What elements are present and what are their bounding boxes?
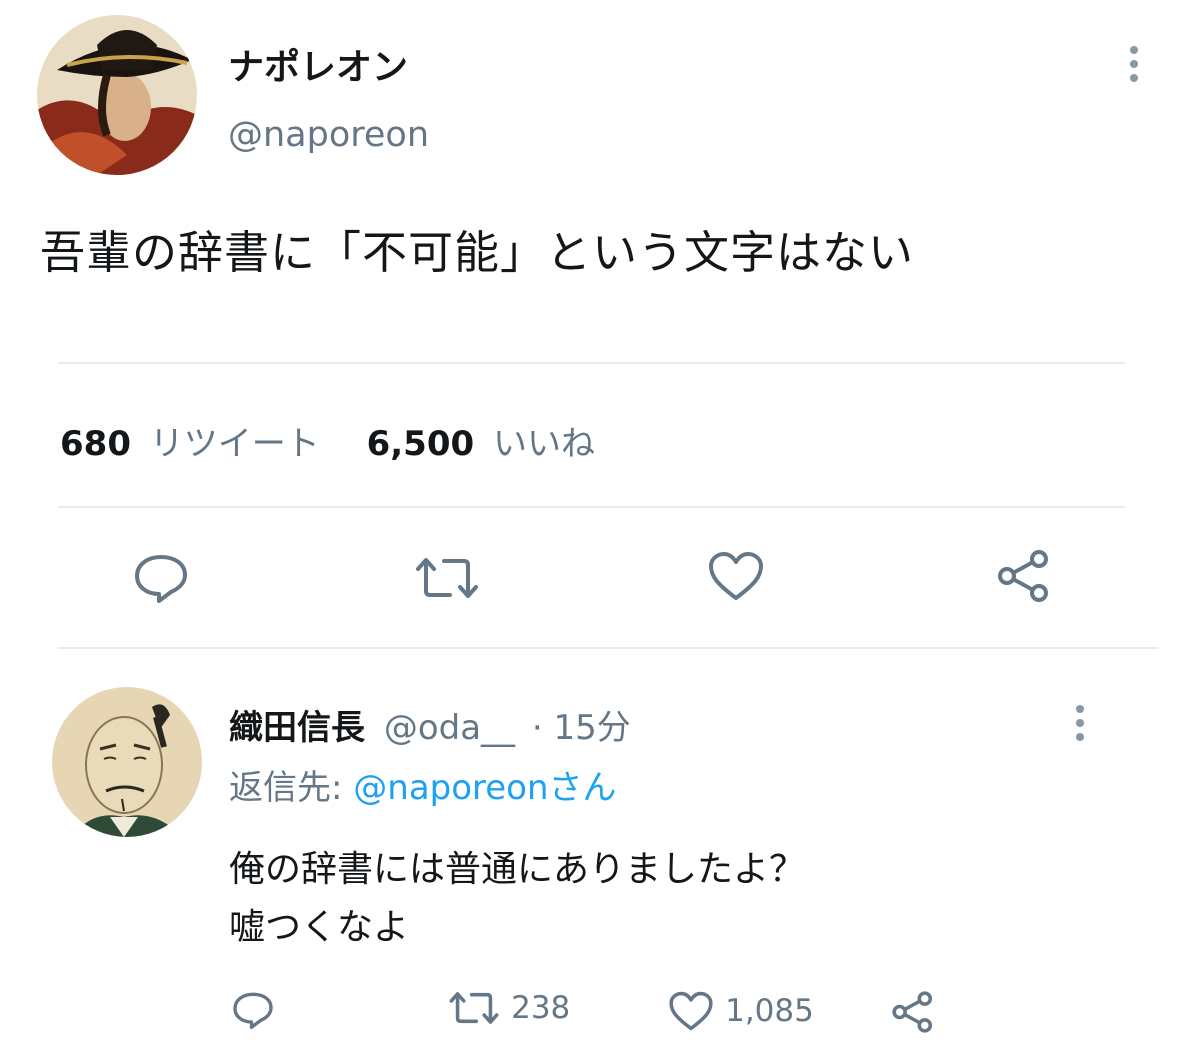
reply-to-suffix[interactable]: さん (549, 768, 617, 808)
reply-to-handle-link[interactable]: @naporeon (353, 768, 548, 808)
reply-like-count: 1,085 (725, 993, 814, 1029)
retweet-count[interactable]: 680 (60, 424, 131, 464)
reply-author-name[interactable]: 織田信長 (229, 708, 365, 748)
reply-retweet-count: 238 (511, 990, 571, 1026)
like-label[interactable]: いいね (493, 424, 595, 464)
reply-more-options-icon[interactable] (1076, 705, 1084, 747)
reply-retweet-button[interactable]: 238 (448, 990, 570, 1026)
reply-icon[interactable] (133, 552, 189, 604)
reply-text-line1: 俺の辞書には普通にありましたよ？ (229, 849, 806, 890)
like-count[interactable]: 6,500 (367, 424, 475, 464)
retweet-label[interactable]: リツイート (150, 424, 320, 464)
reply-like-button[interactable]: 1,085 (668, 990, 814, 1032)
share-icon[interactable] (995, 548, 1053, 604)
divider (58, 647, 1158, 649)
reply-author-handle[interactable]: @oda__ (384, 708, 515, 748)
tweet-stats: 680 リツイート 6,500 いいね (60, 416, 595, 465)
divider (58, 362, 1125, 364)
reply-to-prefix: 返信先: (229, 768, 354, 808)
reply-like-icon (668, 990, 714, 1032)
author-avatar[interactable] (37, 15, 197, 175)
reply-retweet-icon (448, 990, 500, 1026)
retweet-icon[interactable] (414, 555, 480, 601)
author-handle[interactable]: @naporeon (228, 115, 429, 155)
reply-text-line2: 嘘つくなよ (229, 907, 410, 948)
like-icon[interactable] (707, 550, 765, 602)
author-name[interactable]: ナポレオン (228, 38, 408, 90)
oda-portrait-image (52, 687, 202, 837)
reply-timestamp[interactable]: · 15分 (532, 708, 631, 748)
napoleon-portrait-image (37, 15, 197, 175)
divider (58, 506, 1125, 508)
reply-author-avatar[interactable] (52, 687, 202, 837)
reply-to-line: 返信先: @naporeonさん (229, 760, 617, 809)
tweet-text: 吾輩の辞書に「不可能」という文字はない (40, 226, 915, 279)
more-options-icon[interactable] (1130, 46, 1138, 88)
reply-header: 織田信長 @oda__ · 15分 (229, 700, 631, 749)
reply-reply-icon[interactable] (232, 990, 274, 1030)
reply-share-icon[interactable] (890, 990, 936, 1034)
